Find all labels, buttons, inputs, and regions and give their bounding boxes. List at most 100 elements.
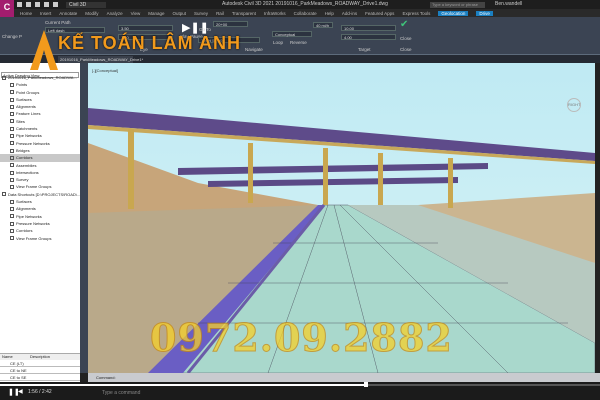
ribbon-tab-express-tools[interactable]: Express Tools bbox=[402, 11, 430, 16]
table-row[interactable]: CE (LT) bbox=[0, 360, 80, 367]
tree-item[interactable]: View Frame Groups bbox=[0, 183, 80, 190]
target-height-field[interactable]: 4.00 bbox=[341, 34, 396, 40]
tree-item-label: Feature Lines bbox=[16, 111, 41, 117]
tree-item-label: Sites bbox=[16, 118, 25, 124]
tree-item[interactable]: Catchments bbox=[0, 125, 80, 132]
tree-item[interactable]: Point Groups bbox=[0, 89, 80, 96]
ribbon-tab-analyze[interactable]: Analyze bbox=[107, 11, 123, 16]
tree-node-icon bbox=[10, 199, 14, 204]
volume-icon[interactable]: ◀ bbox=[18, 388, 23, 395]
video-progress-fill bbox=[0, 384, 366, 386]
user-account[interactable]: Ben.wandell bbox=[495, 1, 522, 7]
tree-node-icon bbox=[10, 185, 14, 190]
navigate-panel-label: Navigate bbox=[245, 47, 263, 52]
visual-style-select[interactable]: Conceptual bbox=[272, 31, 312, 37]
target-panel-label: Target bbox=[358, 47, 371, 52]
tree-item[interactable]: Alignments bbox=[0, 205, 80, 212]
ribbon-tab-add-ins[interactable]: Add-ins bbox=[342, 11, 357, 16]
tree-item[interactable]: Bridges bbox=[0, 147, 80, 154]
tree-item[interactable]: Corridors bbox=[0, 227, 80, 234]
tree-node-icon bbox=[10, 221, 14, 226]
tree-item[interactable]: Pipe Networks bbox=[0, 132, 80, 139]
tree-item[interactable]: Points bbox=[0, 81, 80, 88]
command-input[interactable] bbox=[100, 389, 250, 397]
tree-item[interactable]: 20191016_ParkMeadows_ROADWA... bbox=[0, 74, 80, 81]
ribbon-tab-rail[interactable]: Rail bbox=[216, 11, 224, 16]
print-icon[interactable] bbox=[44, 2, 49, 7]
ribbon-tab-survey[interactable]: Survey bbox=[194, 11, 208, 16]
tree-item-label: Bridges bbox=[16, 147, 30, 153]
column-header-description[interactable]: Description bbox=[30, 354, 50, 360]
tree-item[interactable]: Pressure Networks bbox=[0, 220, 80, 227]
ribbon-tab-geolocation[interactable]: Geolocation bbox=[438, 10, 469, 16]
tree-item-label: Intersections bbox=[16, 169, 39, 175]
save-icon[interactable] bbox=[35, 2, 40, 7]
table-row[interactable]: CE to NE bbox=[0, 367, 80, 374]
table-row[interactable]: CE to SE bbox=[0, 374, 80, 381]
tree-node-icon bbox=[10, 170, 14, 175]
tree-node-icon bbox=[10, 104, 14, 109]
reverse-toggle[interactable]: Reverse bbox=[290, 40, 307, 45]
tree-item[interactable]: Pipe Networks bbox=[0, 213, 80, 220]
viewcube[interactable]: RIGHT bbox=[567, 98, 581, 112]
tree-item[interactable]: Surfaces bbox=[0, 96, 80, 103]
tree-item-label: Corridors bbox=[16, 228, 33, 234]
item-table: Name Description CE (LT) CE to NE CE to SE bbox=[0, 353, 80, 382]
ribbon-tab-view[interactable]: View bbox=[131, 11, 141, 16]
ribbon-tab-drive[interactable]: Drive bbox=[476, 10, 493, 16]
ribbon-tab-insert[interactable]: Insert bbox=[40, 11, 51, 16]
ribbon-tab-manage[interactable]: Manage bbox=[148, 11, 164, 16]
tree-node-icon bbox=[10, 206, 14, 211]
close-panel-label: Close bbox=[400, 47, 412, 52]
tree-item[interactable]: Sites bbox=[0, 118, 80, 125]
tree-item[interactable]: Intersections bbox=[0, 169, 80, 176]
workspace-select[interactable]: Civil 3D bbox=[66, 1, 107, 8]
open-icon[interactable] bbox=[26, 2, 31, 7]
ribbon-tab-help[interactable]: Help bbox=[325, 11, 334, 16]
tree-node-icon bbox=[10, 82, 14, 87]
tree-item[interactable]: Pressure Networks bbox=[0, 140, 80, 147]
tree-node-icon bbox=[10, 148, 14, 153]
ribbon-tab-modify[interactable]: Modify bbox=[85, 11, 98, 16]
ribbon-tab-annotate[interactable]: Annotate bbox=[59, 11, 77, 16]
view-speed-field[interactable]: 40 mi/h bbox=[313, 22, 333, 28]
tree-item[interactable]: Feature Lines bbox=[0, 110, 80, 117]
app-menu-button[interactable]: C bbox=[0, 0, 14, 17]
ribbon-tab-home[interactable]: Home bbox=[20, 11, 32, 16]
video-progress-handle[interactable] bbox=[364, 382, 368, 387]
ribbon-tab-infraworks[interactable]: InfraWorks bbox=[264, 11, 286, 16]
prospector-tree: 20191016_ParkMeadows_ROADWA... Points Poin… bbox=[0, 74, 80, 242]
search-input[interactable]: Type a keyword or phrase bbox=[430, 2, 485, 8]
ribbon-tab-transparent[interactable]: Transparent bbox=[232, 11, 256, 16]
change-profile-button[interactable]: Change P bbox=[2, 34, 22, 39]
tree-item[interactable]: Data Shortcuts [D:\PROJECTS\ROAD\... bbox=[0, 191, 80, 198]
undo-icon[interactable] bbox=[53, 2, 58, 7]
tree-item[interactable]: Surfaces bbox=[0, 198, 80, 205]
tree-node-icon bbox=[10, 97, 14, 102]
quick-access-toolbar bbox=[17, 2, 58, 7]
loop-toggle[interactable]: Loop bbox=[273, 40, 283, 45]
ribbon-tab-featured-apps[interactable]: Featured Apps bbox=[365, 11, 394, 16]
tree-node-icon bbox=[10, 177, 14, 182]
tree-item[interactable]: Assemblies bbox=[0, 162, 80, 169]
command-line[interactable]: Command: bbox=[88, 373, 600, 382]
ribbon-tab-output[interactable]: Output bbox=[173, 11, 187, 16]
ribbon-tab-collaborate[interactable]: Collaborate bbox=[294, 11, 317, 16]
close-button[interactable]: Close bbox=[400, 36, 412, 41]
tree-item[interactable]: Corridors bbox=[0, 154, 80, 162]
tree-item[interactable]: View Frame Groups bbox=[0, 235, 80, 242]
tree-item-label: 20191016_ParkMeadows_ROADWA... bbox=[8, 75, 77, 80]
new-icon[interactable] bbox=[17, 2, 22, 7]
tree-item[interactable]: Survey bbox=[0, 176, 80, 183]
tree-item[interactable]: Alignments bbox=[0, 103, 80, 110]
tree-node-icon bbox=[10, 236, 14, 241]
tree-node-icon bbox=[10, 141, 14, 146]
tree-item-label: Catchments bbox=[16, 126, 38, 132]
tree-node-icon bbox=[2, 192, 6, 197]
checkmark-icon[interactable]: ✔ bbox=[400, 19, 408, 30]
tree-item-label: Surfaces bbox=[16, 199, 32, 205]
tree-node-icon bbox=[10, 90, 14, 95]
target-distance-field[interactable]: 10.00 bbox=[341, 25, 396, 31]
go-to-field[interactable]: 20+00 bbox=[213, 21, 248, 27]
video-time: 1:56 / 2:42 bbox=[28, 389, 52, 395]
